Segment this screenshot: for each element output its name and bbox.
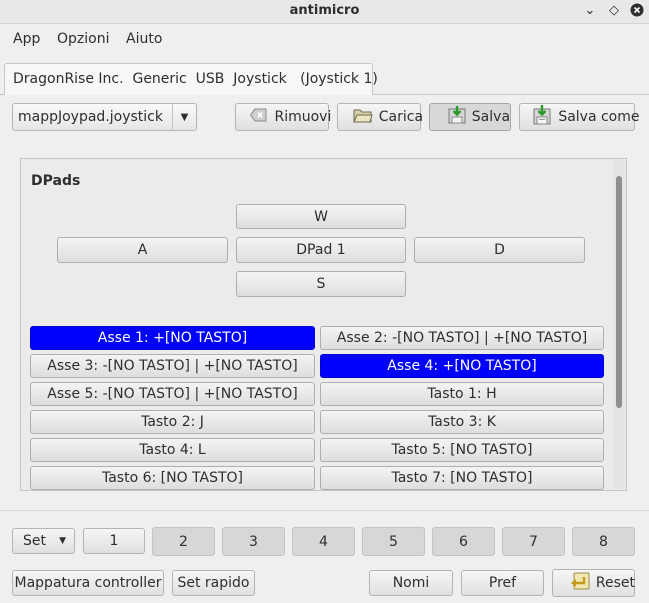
window-title: antimicro: [289, 3, 360, 18]
set-7-button[interactable]: 7: [502, 527, 565, 556]
folder-icon: [335, 91, 373, 143]
set-8-button[interactable]: 8: [572, 527, 635, 556]
set-4-button[interactable]: 4: [292, 527, 355, 556]
save-label: Salva: [471, 109, 511, 125]
dpad-up-button[interactable]: W: [236, 204, 406, 229]
axis-3-button[interactable]: Asse 3: -[NO TASTO] | +[NO TASTO]: [30, 354, 315, 378]
axis-4-button[interactable]: Asse 4: +[NO TASTO]: [320, 354, 604, 378]
save-button[interactable]: Salva: [429, 103, 511, 131]
reset-icon: [552, 556, 590, 603]
names-button[interactable]: Nomi: [369, 570, 453, 596]
save-icon: [430, 90, 466, 144]
chevron-down-icon[interactable]: ⌄: [582, 3, 598, 19]
diamond-icon[interactable]: ◇: [606, 3, 622, 19]
save-as-button[interactable]: Salva come: [519, 103, 640, 131]
dropdown-arrow-icon: ▼: [172, 104, 196, 130]
load-label: Carica: [378, 109, 424, 125]
button-4-mapping[interactable]: Tasto 4: L: [30, 438, 315, 462]
eraser-icon: [233, 92, 269, 142]
chevron-down-icon: ▼: [59, 536, 66, 546]
button-2-mapping[interactable]: Tasto 2: J: [30, 410, 315, 434]
remove-button[interactable]: Rimuovi: [235, 103, 332, 131]
close-icon[interactable]: [629, 3, 645, 19]
menu-options[interactable]: Opzioni: [57, 31, 109, 47]
profile-select[interactable]: mappJoypad.joystick ▼: [12, 103, 197, 131]
button-1-mapping[interactable]: Tasto 1: H: [320, 382, 604, 406]
set-dropdown[interactable]: Set ▼: [12, 528, 75, 554]
button-7-mapping[interactable]: Tasto 7: [NO TASTO]: [320, 466, 604, 490]
set-6-button[interactable]: 6: [432, 527, 495, 556]
bottom-separator: [0, 510, 649, 511]
dpad-down-button[interactable]: S: [236, 271, 406, 297]
title-bar: antimicro ⌄ ◇: [0, 0, 649, 24]
menu-help[interactable]: Aiuto: [126, 31, 162, 47]
set-dropdown-label: Set: [23, 533, 46, 549]
dpad-left-button[interactable]: A: [57, 237, 228, 263]
set-5-button[interactable]: 5: [362, 527, 425, 556]
set-3-button[interactable]: 3: [222, 527, 285, 556]
mapping-panel: DPads W A DPad 1 D S Asse 1: +[NO TASTO]…: [20, 158, 627, 491]
profile-select-value: mappJoypad.joystick: [18, 109, 163, 125]
tab-joystick-1[interactable]: DragonRise Inc. Generic USB Joystick (Jo…: [4, 63, 378, 95]
reset-button[interactable]: Reset: [552, 569, 635, 597]
dpad-center-button[interactable]: DPad 1: [236, 237, 406, 263]
vertical-scrollbar[interactable]: [613, 160, 625, 489]
axis-1-button[interactable]: Asse 1: +[NO TASTO]: [30, 326, 315, 350]
axis-2-button[interactable]: Asse 2: -[NO TASTO] | +[NO TASTO]: [320, 326, 604, 350]
menu-bar: App Opzioni Aiuto: [0, 25, 649, 53]
save-as-label: Salva come: [558, 109, 640, 125]
dpad-right-button[interactable]: D: [414, 237, 585, 263]
load-button[interactable]: Carica: [337, 103, 424, 131]
remove-label: Rimuovi: [274, 109, 332, 125]
button-5-mapping[interactable]: Tasto 5: [NO TASTO]: [320, 438, 604, 462]
button-6-mapping[interactable]: Tasto 6: [NO TASTO]: [30, 466, 315, 490]
menu-app[interactable]: App: [13, 31, 40, 47]
scrollbar-thumb[interactable]: [616, 176, 622, 408]
quick-set-button[interactable]: Set rapido: [172, 570, 255, 596]
reset-label: Reset: [595, 575, 635, 591]
dpads-section-label: DPads: [31, 173, 81, 189]
axis-5-button[interactable]: Asse 5: -[NO TASTO] | +[NO TASTO]: [30, 382, 315, 406]
controller-mapping-button[interactable]: Mappatura controller: [12, 570, 164, 596]
set-2-button[interactable]: 2: [152, 527, 215, 556]
set-1-button[interactable]: 1: [83, 528, 145, 554]
prefs-button[interactable]: Pref: [461, 570, 544, 596]
save-as-icon: [515, 89, 553, 145]
button-3-mapping[interactable]: Tasto 3: K: [320, 410, 604, 434]
